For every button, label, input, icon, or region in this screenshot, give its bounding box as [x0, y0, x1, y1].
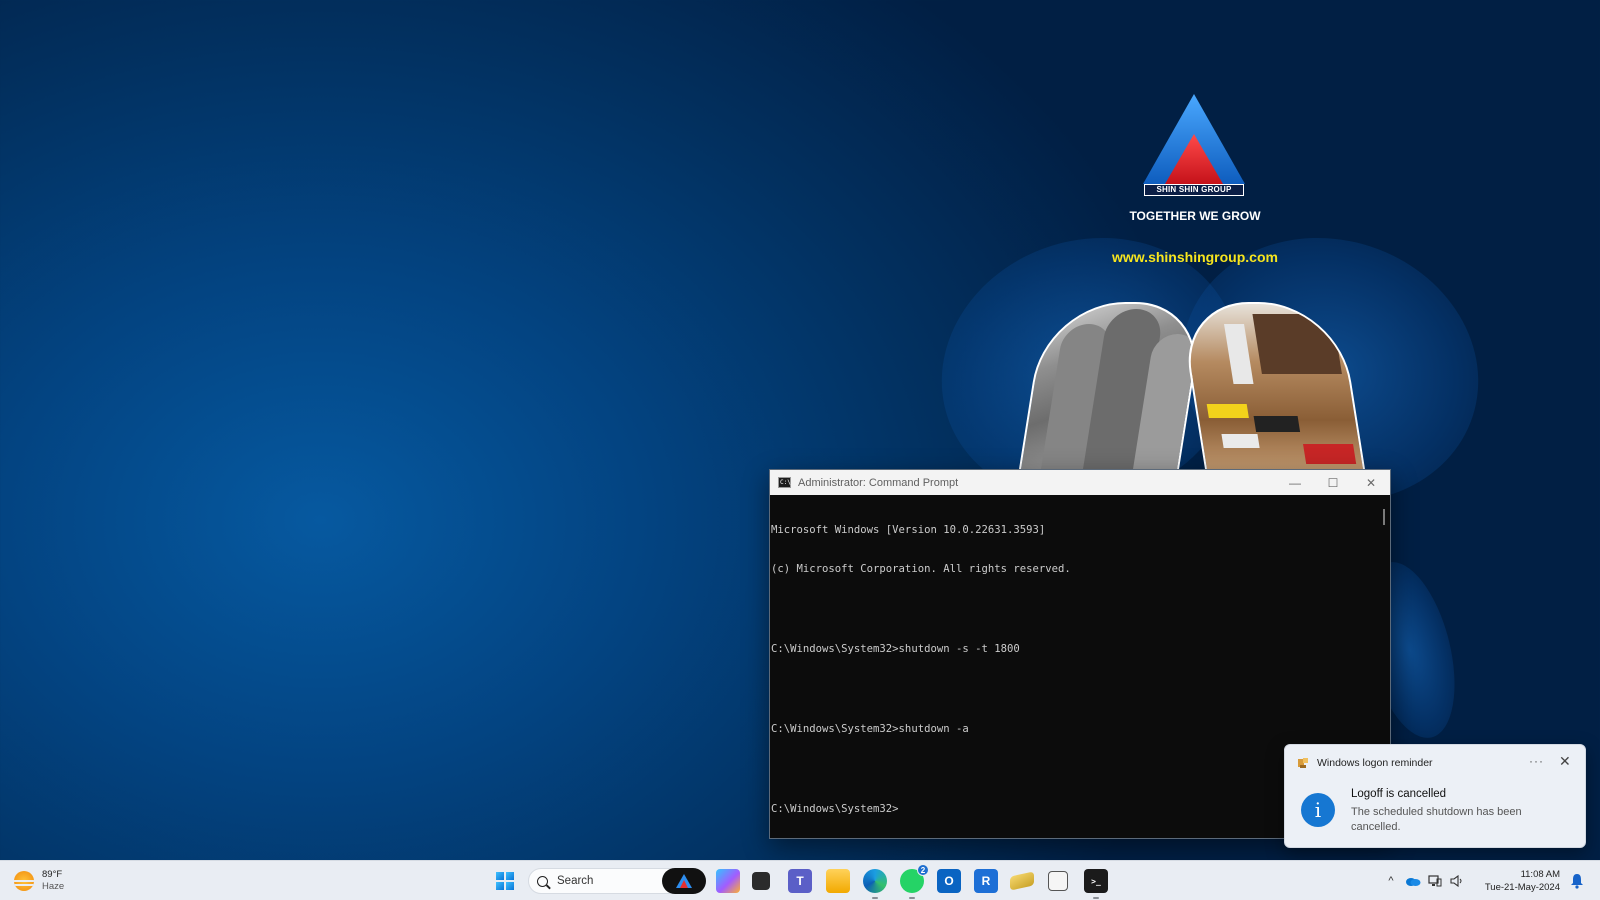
weather-temperature: 89°F — [42, 869, 63, 880]
start-button[interactable] — [496, 872, 514, 890]
taskbar-search-box[interactable]: Search — [528, 868, 706, 894]
wallpaper-tagline: TOGETHER WE GROW — [1129, 209, 1261, 223]
wallpaper-website: www.shinshingroup.com — [1112, 249, 1278, 265]
console-line: C:\Windows\System32>shutdown -a — [771, 723, 969, 736]
haze-sun-icon — [14, 871, 34, 891]
clock-time: 11:08 AM — [1520, 869, 1560, 880]
remote-app-button[interactable]: R — [974, 869, 998, 893]
notification-bell-icon[interactable] — [1570, 873, 1584, 889]
windows-logo-icon — [496, 872, 505, 881]
toast-message: The scheduled shutdown has been cancelle… — [1351, 806, 1522, 833]
outlook-icon: O — [944, 874, 954, 888]
shin-shin-logo-icon — [1143, 94, 1245, 184]
remote-icon: R — [981, 874, 991, 888]
console-line: (c) Microsoft Corporation. All rights re… — [771, 563, 1071, 576]
toast-header: Windows logon reminder — [1297, 757, 1433, 769]
show-hidden-icons-chevron-icon[interactable]: ^ — [1380, 861, 1402, 900]
copilot-app-button[interactable] — [716, 869, 740, 893]
file-manager-app-button[interactable] — [752, 872, 770, 890]
console-line: Microsoft Windows [Version 10.0.22631.35… — [771, 523, 1046, 536]
running-indicator — [909, 896, 915, 899]
logo-brand-label: SHIN SHIN GROUP — [1144, 184, 1244, 196]
maximize-button[interactable]: ☐ — [1314, 470, 1352, 495]
toast-title: Logoff is cancelled — [1351, 788, 1447, 800]
command-prompt-icon: >_ — [1091, 876, 1101, 886]
cmd-window-title: Administrator: Command Prompt — [798, 476, 959, 489]
running-indicator — [1093, 896, 1099, 899]
shin-shin-mini-logo-icon — [676, 874, 692, 888]
teams-app-button[interactable]: T — [788, 869, 812, 893]
terminal-app-button[interactable]: >_ — [1084, 869, 1108, 899]
cmd-scrollbar-thumb[interactable] — [1383, 509, 1385, 525]
notes-app-button[interactable] — [1010, 871, 1034, 891]
toast-close-button[interactable]: ✕ — [1559, 753, 1571, 770]
network-icon[interactable] — [1424, 861, 1446, 900]
clock-date: Tue-21-May-2024 — [1484, 881, 1560, 893]
console-line: C:\Windows\System32>shutdown -s -t 1800 — [771, 643, 1020, 656]
taskbar: 89°F Haze Search T 2 O R >_ ^ 11:08 AM T… — [0, 860, 1600, 900]
weather-widget[interactable]: 89°F Haze — [14, 869, 64, 893]
toast-more-options-button[interactable]: ··· — [1529, 754, 1544, 768]
toast-app-name: Windows logon reminder — [1317, 757, 1433, 769]
system-tray: ^ — [1380, 861, 1468, 900]
teams-icon: T — [796, 874, 804, 888]
whatsapp-app-button[interactable]: 2 — [900, 864, 929, 899]
edge-app-button[interactable] — [863, 869, 887, 899]
running-indicator — [872, 896, 878, 899]
notification-toast[interactable]: Windows logon reminder ··· ✕ i Logoff is… — [1284, 744, 1586, 848]
onedrive-cloud-icon[interactable] — [1402, 861, 1424, 900]
cmd-app-icon: C:\ — [778, 477, 791, 488]
search-placeholder: Search — [557, 875, 594, 887]
outlook-app-button[interactable]: O — [937, 869, 961, 893]
taskbar-clock[interactable]: 11:08 AM Tue-21-May-2024 — [1478, 869, 1560, 894]
weather-condition: Haze — [42, 881, 65, 892]
info-icon: i — [1301, 793, 1335, 827]
task-view-app-button[interactable] — [1048, 871, 1068, 891]
minimize-button[interactable]: — — [1276, 470, 1314, 495]
file-explorer-app-button[interactable] — [826, 869, 850, 893]
close-button[interactable]: ✕ — [1352, 470, 1390, 495]
logon-reminder-app-icon — [1298, 758, 1308, 768]
search-icon — [537, 875, 548, 887]
search-highlight-logo[interactable] — [662, 868, 706, 894]
cmd-titlebar[interactable]: C:\ Administrator: Command Prompt — ☐ ✕ — [770, 470, 1390, 495]
volume-icon[interactable] — [1446, 861, 1468, 900]
notification-badge: 2 — [917, 864, 929, 876]
